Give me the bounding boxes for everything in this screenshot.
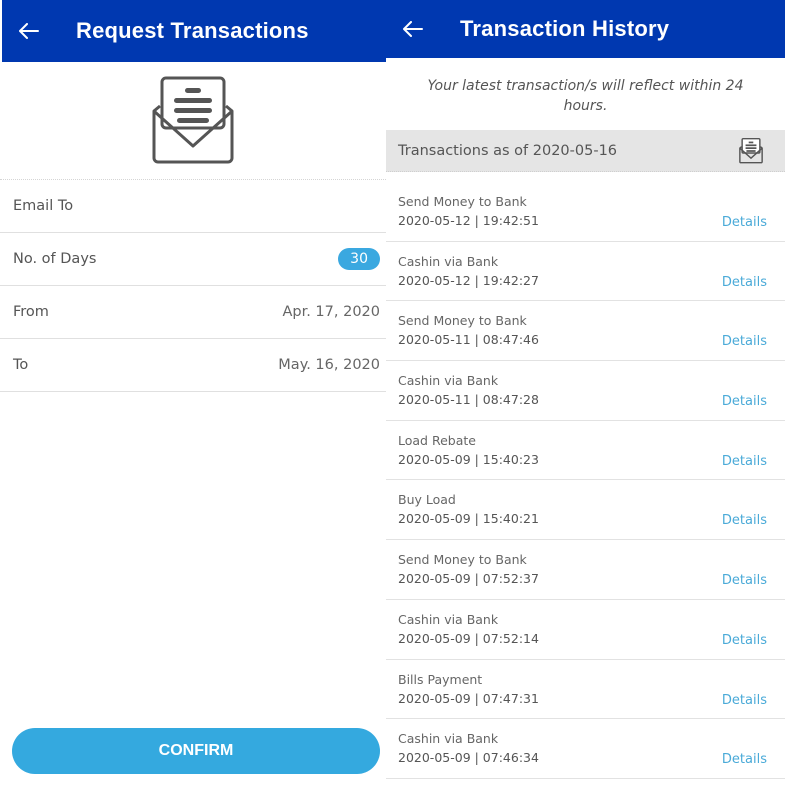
transaction-name: Cashin via Bank	[398, 253, 499, 269]
back-button[interactable]	[18, 20, 40, 42]
details-link[interactable]: Details	[722, 454, 767, 469]
request-transactions-screen: Request Transactions Email To No. of Day…	[0, 0, 386, 788]
email-to-label: Email To	[13, 198, 74, 214]
email-to-field[interactable]: Email To	[0, 180, 386, 233]
transaction-name: Bills Payment	[398, 671, 483, 687]
history-header: Transaction History	[386, 0, 785, 58]
days-badge[interactable]: 30	[338, 248, 380, 270]
details-link[interactable]: Details	[722, 394, 767, 409]
from-date-field[interactable]: From Apr. 17, 2020	[0, 286, 386, 339]
transaction-timestamp: 2020-05-09 | 07:52:14	[398, 630, 539, 646]
transaction-name: Cashin via Bank	[398, 731, 499, 747]
no-of-days-label: No. of Days	[13, 251, 97, 267]
arrow-left-icon	[403, 21, 423, 37]
arrow-left-icon	[19, 23, 39, 39]
envelope-document-icon	[739, 137, 763, 163]
confirm-button[interactable]: CONFIRM	[12, 728, 380, 774]
transaction-row: Send Money to Bank 2020-05-11 | 08:47:46…	[386, 301, 785, 362]
transaction-row: Bills Payment 2020-05-09 | 07:47:31 Deta…	[386, 660, 785, 720]
to-date-field[interactable]: To May. 16, 2020	[0, 339, 386, 392]
transaction-list: Send Money to Bank 2020-05-12 | 19:42:51…	[386, 172, 785, 779]
from-label: From	[13, 304, 49, 320]
page-title: Request Transactions	[76, 18, 309, 43]
details-link[interactable]: Details	[722, 513, 767, 528]
transaction-history-screen: Transaction History Your latest transact…	[386, 0, 785, 788]
to-label: To	[13, 357, 29, 373]
transaction-timestamp: 2020-05-11 | 08:47:28	[398, 392, 539, 408]
details-link[interactable]: Details	[722, 573, 767, 588]
email-transactions-button[interactable]	[739, 137, 763, 164]
transaction-row: Send Money to Bank 2020-05-12 | 19:42:51…	[386, 182, 785, 242]
transaction-timestamp: 2020-05-12 | 19:42:51	[398, 213, 539, 228]
transaction-name: Cashin via Bank	[398, 373, 499, 389]
details-link[interactable]: Details	[722, 693, 767, 708]
details-link[interactable]: Details	[722, 215, 767, 230]
transaction-timestamp: 2020-05-09 | 15:40:23	[398, 451, 539, 467]
transaction-name: Cashin via Bank	[398, 611, 499, 627]
no-of-days-field[interactable]: No. of Days 30	[0, 233, 386, 286]
details-link[interactable]: Details	[722, 334, 767, 349]
transaction-name: Load Rebate	[398, 432, 476, 448]
as-of-label: Transactions as of 2020-05-16	[398, 142, 618, 159]
transaction-row: Send Money to Bank 2020-05-09 | 07:52:37…	[386, 540, 785, 600]
transaction-timestamp: 2020-05-09 | 07:52:37	[398, 571, 539, 587]
page-title: Transaction History	[460, 16, 670, 41]
request-header: Request Transactions	[2, 0, 386, 62]
reflect-notice: Your latest transaction/s will reflect w…	[427, 78, 744, 114]
transaction-row: Buy Load 2020-05-09 | 15:40:21 Details	[386, 480, 785, 541]
details-link[interactable]: Details	[722, 752, 767, 767]
from-date-value: Apr. 17, 2020	[282, 304, 380, 320]
transaction-row: Cashin via Bank 2020-05-12 | 19:42:27 De…	[386, 242, 785, 302]
transaction-name: Send Money to Bank	[398, 313, 527, 329]
details-link[interactable]: Details	[722, 633, 767, 648]
envelope-document-icon	[152, 76, 234, 163]
details-link[interactable]: Details	[722, 275, 767, 290]
transaction-row: Cashin via Bank 2020-05-09 | 07:52:14 De…	[386, 600, 785, 660]
transaction-timestamp: 2020-05-09 | 07:46:34	[398, 750, 539, 766]
transaction-timestamp: 2020-05-11 | 08:47:46	[398, 332, 539, 348]
transaction-name: Send Money to Bank	[398, 194, 527, 209]
back-button[interactable]	[402, 18, 424, 40]
transaction-timestamp: 2020-05-12 | 19:42:27	[398, 272, 539, 288]
as-of-bar: Transactions as of 2020-05-16	[386, 130, 785, 172]
to-date-value: May. 16, 2020	[278, 357, 380, 373]
transaction-name: Buy Load	[398, 492, 456, 508]
transaction-name: Send Money to Bank	[398, 552, 527, 568]
transaction-row: Cashin via Bank 2020-05-09 | 07:46:34 De…	[386, 719, 785, 779]
transaction-timestamp: 2020-05-09 | 07:47:31	[398, 690, 539, 706]
transaction-row: Cashin via Bank 2020-05-11 | 08:47:28 De…	[386, 361, 785, 421]
transaction-row: Load Rebate 2020-05-09 | 15:40:23 Detail…	[386, 421, 785, 481]
transaction-timestamp: 2020-05-09 | 15:40:21	[398, 511, 539, 527]
hero-envelope	[0, 62, 386, 180]
